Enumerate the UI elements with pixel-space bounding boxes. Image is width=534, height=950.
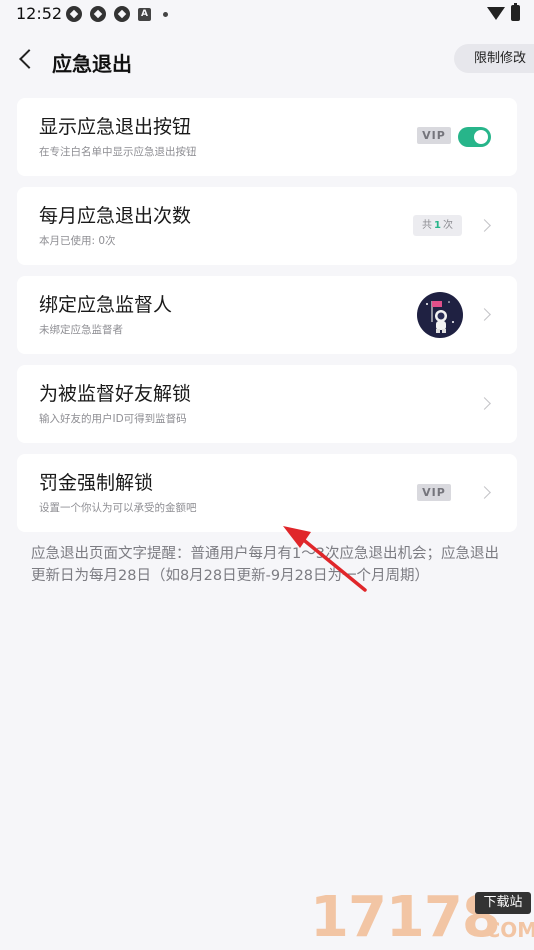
watermark-com: .COM bbox=[478, 918, 534, 942]
annotation-arrow-icon bbox=[283, 526, 367, 592]
watermark-digits: 17178 bbox=[310, 885, 501, 950]
watermark-chip: 下载站 bbox=[475, 892, 531, 914]
watermark-logo: 17178 下载站 .COM bbox=[310, 886, 534, 950]
